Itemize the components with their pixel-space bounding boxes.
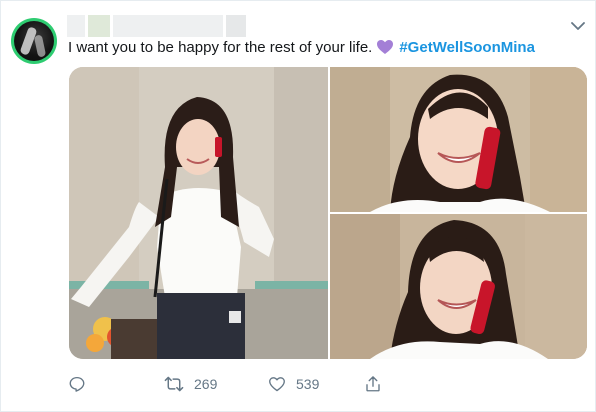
retweet-icon: [164, 376, 184, 392]
chevron-down-icon: [571, 21, 585, 30]
share-icon: [366, 376, 380, 392]
author-name-blurred[interactable]: [67, 15, 249, 37]
heart-icon: [269, 377, 285, 392]
tweet-body: I want you to be happy for the rest of y…: [68, 39, 373, 56]
photo-2[interactable]: [330, 67, 587, 212]
photo-3[interactable]: [330, 214, 587, 359]
retweet-count: 269: [194, 376, 218, 392]
media-grid: [69, 67, 587, 359]
share-button[interactable]: [364, 372, 382, 396]
hashtag-link[interactable]: #GetWellSoonMina: [399, 39, 535, 56]
reply-icon: [69, 376, 85, 392]
like-count: 539: [296, 376, 320, 392]
avatar[interactable]: [11, 18, 57, 64]
purple-heart-icon: [376, 39, 394, 61]
tweet-actions: 269 539: [68, 372, 388, 396]
like-button[interactable]: 539: [268, 372, 319, 396]
tweet-text: I want you to be happy for the rest of y…: [68, 38, 535, 61]
tweet-menu-button[interactable]: [570, 18, 586, 34]
reply-button[interactable]: [68, 372, 86, 396]
avatar-image: [14, 21, 54, 61]
retweet-button[interactable]: 269: [164, 372, 217, 396]
photo-1[interactable]: [69, 67, 328, 359]
